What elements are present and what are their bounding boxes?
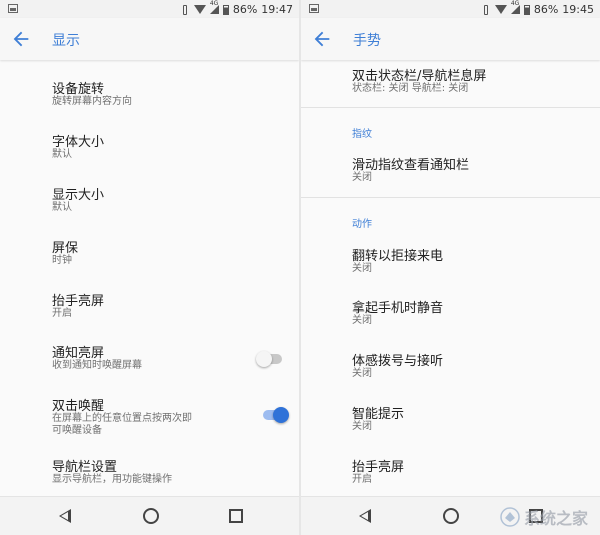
section-header-actions: 动作 (352, 219, 372, 230)
back-arrow-icon[interactable] (311, 28, 333, 50)
setting-swipe-fingerprint-notifications[interactable]: 滑动指纹查看通知栏 关闭 (301, 154, 600, 186)
image-notification-icon (8, 4, 18, 13)
setting-display-size[interactable]: 显示大小 默认 (0, 184, 299, 218)
setting-lift-to-wake[interactable]: 抬手亮屏 开启 (301, 456, 600, 488)
clock: 19:45 (562, 3, 594, 16)
setting-title: 双击状态栏/导航栏息屏 (352, 69, 487, 84)
nav-home-icon[interactable] (143, 508, 159, 524)
setting-title: 导航栏设置 (52, 460, 118, 475)
setting-subtitle: 默认 (52, 149, 72, 160)
setting-subtitle: 关闭 (352, 315, 372, 326)
setting-subtitle: 开启 (52, 308, 72, 319)
setting-title: 滑动指纹查看通知栏 (352, 158, 470, 173)
setting-title: 屏保 (52, 241, 79, 256)
setting-subtitle: 关闭 (352, 263, 372, 274)
display-settings-panel: 4G 86% 19:47 显示 设备旋转 旋转屏幕内容方向 字体大小 默认 显示… (0, 0, 299, 535)
setting-subtitle: 显示导航栏，用功能键操作 (52, 474, 172, 485)
setting-title: 抬手亮屏 (52, 294, 105, 309)
setting-subtitle-line2: 可唤醒设备 (52, 425, 102, 436)
double-tap-wake-toggle[interactable] (261, 405, 289, 425)
app-bar: 显示 (0, 18, 299, 60)
setting-title: 抬手亮屏 (352, 460, 405, 475)
clock: 19:47 (261, 3, 293, 16)
setting-title: 智能提示 (352, 407, 405, 422)
setting-title: 翻转以拒接来电 (352, 249, 444, 264)
setting-subtitle: 旋转屏幕内容方向 (52, 96, 132, 107)
setting-smart-hints[interactable]: 智能提示 关闭 (301, 403, 600, 435)
status-bar: 4G 86% 19:45 (301, 0, 600, 18)
setting-device-rotation[interactable]: 设备旋转 旋转屏幕内容方向 (0, 78, 299, 112)
setting-lift-to-wake[interactable]: 抬手亮屏 开启 (0, 290, 299, 324)
watermark-logo-icon (500, 507, 520, 527)
notification-wake-toggle[interactable] (256, 349, 284, 369)
setting-subtitle: 关闭 (352, 421, 372, 432)
setting-flip-to-reject[interactable]: 翻转以拒接来电 关闭 (301, 245, 600, 277)
battery-icon (222, 4, 229, 15)
nav-back-icon[interactable] (59, 509, 71, 523)
setting-navigation-bar[interactable]: 导航栏设置 显示导航栏，用功能键操作 (0, 456, 299, 490)
battery-percent: 86% (232, 3, 258, 16)
back-arrow-icon[interactable] (10, 28, 32, 50)
setting-notification-wake[interactable]: 通知亮屏 收到通知时唤醒屏幕 (0, 342, 299, 376)
vibrate-icon (180, 4, 190, 15)
setting-subtitle: 关闭 (352, 368, 372, 379)
system-navigation-bar (0, 496, 299, 535)
nav-back-icon[interactable] (359, 509, 371, 523)
setting-title: 显示大小 (52, 188, 105, 203)
nav-recents-icon[interactable] (229, 509, 243, 523)
battery-percent: 86% (533, 3, 559, 16)
setting-subtitle: 收到通知时唤醒屏幕 (52, 360, 142, 371)
setting-title: 通知亮屏 (52, 346, 105, 361)
setting-motion-dial-answer[interactable]: 体感拨号与接听 关闭 (301, 350, 600, 382)
nav-home-icon[interactable] (443, 508, 459, 524)
setting-subtitle: 状态栏: 关闭 导航栏: 关闭 (352, 83, 469, 94)
setting-subtitle: 开启 (352, 474, 372, 485)
cellular-signal-icon: 4G (209, 0, 219, 14)
setting-double-tap-wake[interactable]: 双击唤醒 在屏幕上的任意位置点按两次即 可唤醒设备 (0, 395, 299, 441)
gesture-settings-panel: 4G 86% 19:45 手势 双击状态栏/导航栏息屏 状态栏: 关闭 导航栏:… (301, 0, 600, 535)
setting-title: 体感拨号与接听 (352, 354, 444, 369)
cellular-signal-icon: 4G (510, 0, 520, 14)
setting-pickup-to-mute[interactable]: 拿起手机时静音 关闭 (301, 297, 600, 329)
setting-subtitle: 关闭 (352, 172, 372, 183)
vibrate-icon (481, 4, 491, 15)
setting-subtitle: 默认 (52, 202, 72, 213)
setting-title: 字体大小 (52, 135, 105, 150)
section-header-fingerprint: 指纹 (352, 129, 372, 140)
setting-font-size[interactable]: 字体大小 默认 (0, 131, 299, 165)
section-divider (301, 197, 600, 198)
app-bar: 手势 (301, 18, 600, 60)
watermark: 系统之家 (500, 505, 588, 529)
setting-title: 拿起手机时静音 (352, 301, 444, 316)
battery-icon (523, 4, 530, 15)
image-notification-icon (309, 4, 319, 13)
setting-title: 设备旋转 (52, 82, 105, 97)
wifi-icon (193, 5, 206, 14)
watermark-text: 系统之家 (523, 509, 588, 528)
section-divider (301, 107, 600, 108)
setting-subtitle: 在屏幕上的任意位置点按两次即 (52, 413, 192, 424)
setting-screensaver[interactable]: 屏保 时钟 (0, 237, 299, 271)
setting-double-tap-bars-sleep[interactable]: 双击状态栏/导航栏息屏 状态栏: 关闭 导航栏: 关闭 (301, 65, 600, 97)
page-title: 显示 (52, 33, 80, 49)
setting-subtitle: 时钟 (52, 255, 72, 266)
status-bar: 4G 86% 19:47 (0, 0, 299, 18)
wifi-icon (494, 5, 507, 14)
page-title: 手势 (353, 33, 381, 49)
setting-title: 双击唤醒 (52, 399, 105, 414)
